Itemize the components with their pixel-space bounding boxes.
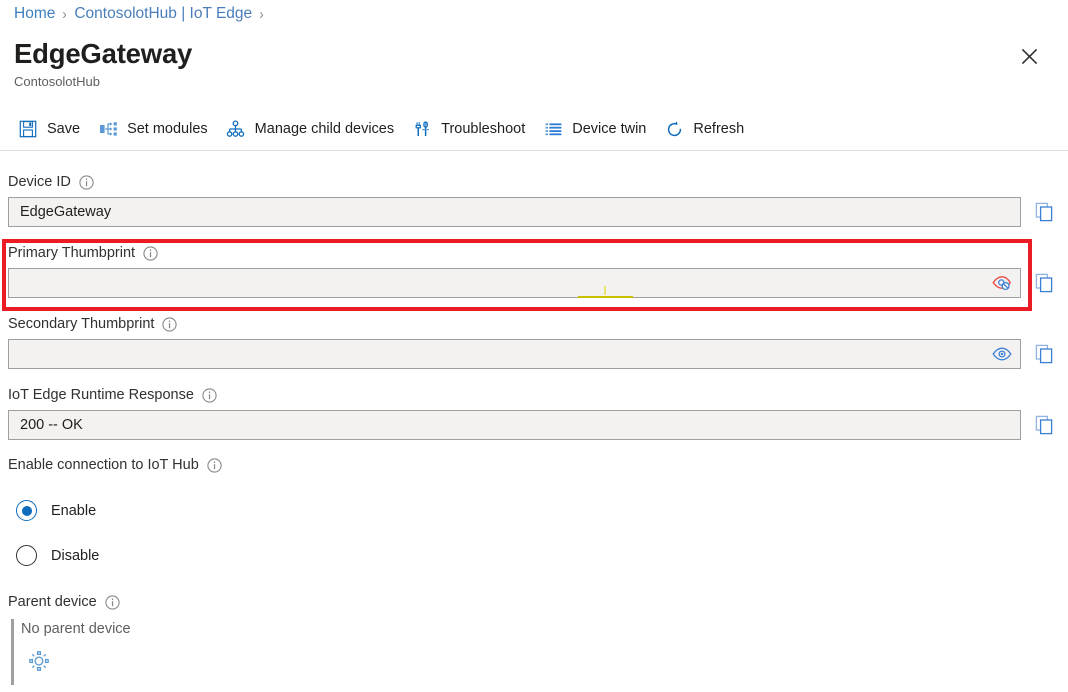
info-icon[interactable] bbox=[79, 175, 94, 190]
secondary-thumbprint-copy-button[interactable] bbox=[1032, 341, 1058, 367]
secondary-thumbprint-label-group: Secondary Thumbprint bbox=[8, 316, 177, 332]
primary-thumbprint-caret-mark bbox=[604, 286, 606, 295]
info-icon[interactable] bbox=[105, 595, 120, 610]
device-id-label-group: Device ID bbox=[8, 174, 94, 190]
runtime-response-copy-button[interactable] bbox=[1032, 412, 1058, 438]
hierarchy-icon bbox=[226, 119, 246, 139]
toolbar-refresh-label: Refresh bbox=[693, 121, 744, 137]
tools-icon bbox=[412, 119, 432, 139]
parent-device-accent-bar bbox=[11, 619, 14, 685]
radio-enable[interactable]: Enable bbox=[16, 500, 96, 521]
primary-thumbprint-input[interactable] bbox=[8, 268, 1021, 298]
breadcrumb-item-iot-edge[interactable]: ContosolotHub | IoT Edge bbox=[74, 5, 252, 23]
parent-device-value: No parent device bbox=[21, 621, 131, 637]
gear-icon[interactable] bbox=[26, 648, 52, 674]
secondary-thumbprint-input[interactable] bbox=[8, 339, 1021, 369]
breadcrumb: Home › ContosolotHub | IoT Edge › bbox=[14, 2, 264, 26]
save-icon bbox=[18, 119, 38, 139]
primary-thumbprint-copy-button[interactable] bbox=[1032, 270, 1058, 296]
toolbar-manage-child-devices-button[interactable]: Manage child devices bbox=[220, 115, 406, 143]
primary-thumbprint-underline-mark bbox=[578, 296, 633, 298]
primary-thumbprint-label: Primary Thumbprint bbox=[8, 245, 135, 261]
refresh-icon bbox=[664, 119, 684, 139]
radio-disable[interactable]: Disable bbox=[16, 545, 99, 566]
info-icon[interactable] bbox=[143, 246, 158, 261]
toolbar-set-modules-button[interactable]: Set modules bbox=[92, 115, 220, 143]
radio-enable-label: Enable bbox=[51, 503, 96, 519]
page-subtitle: ContosolotHub bbox=[14, 74, 100, 89]
command-toolbar: Save Set modules bbox=[12, 112, 756, 146]
runtime-response-value: 200 -- OK bbox=[20, 417, 83, 433]
toolbar-divider bbox=[0, 150, 1068, 151]
enable-connection-label: Enable connection to IoT Hub bbox=[8, 457, 199, 473]
device-id-label: Device ID bbox=[8, 174, 71, 190]
info-icon[interactable] bbox=[207, 458, 222, 473]
radio-disable-label: Disable bbox=[51, 548, 99, 564]
device-id-input[interactable]: EdgeGateway bbox=[8, 197, 1021, 227]
parent-device-label-group: Parent device bbox=[8, 594, 120, 610]
page-title: EdgeGateway bbox=[14, 38, 192, 70]
eye-off-icon[interactable] bbox=[991, 272, 1013, 294]
toolbar-manage-child-devices-label: Manage child devices bbox=[255, 121, 394, 137]
info-icon[interactable] bbox=[202, 388, 217, 403]
enable-connection-label-group: Enable connection to IoT Hub bbox=[8, 457, 222, 473]
toolbar-troubleshoot-label: Troubleshoot bbox=[441, 121, 525, 137]
radio-enable-indicator bbox=[16, 500, 37, 521]
runtime-response-input[interactable]: 200 -- OK bbox=[8, 410, 1021, 440]
secondary-thumbprint-label: Secondary Thumbprint bbox=[8, 316, 154, 332]
eye-icon[interactable] bbox=[991, 343, 1013, 365]
toolbar-device-twin-button[interactable]: Device twin bbox=[537, 115, 658, 143]
toolbar-device-twin-label: Device twin bbox=[572, 121, 646, 137]
toolbar-refresh-button[interactable]: Refresh bbox=[658, 115, 756, 143]
list-icon bbox=[543, 119, 563, 139]
runtime-response-label-group: IoT Edge Runtime Response bbox=[8, 387, 217, 403]
radio-disable-indicator bbox=[16, 545, 37, 566]
breadcrumb-separator-icon: › bbox=[63, 6, 67, 23]
device-id-value: EdgeGateway bbox=[20, 204, 111, 220]
toolbar-troubleshoot-button[interactable]: Troubleshoot bbox=[406, 115, 537, 143]
device-details-page: Home › ContosolotHub | IoT Edge › EdgeGa… bbox=[0, 0, 1068, 692]
breadcrumb-item-home[interactable]: Home bbox=[14, 5, 55, 23]
close-button[interactable] bbox=[1013, 40, 1045, 72]
primary-thumbprint-label-group: Primary Thumbprint bbox=[8, 245, 158, 261]
device-id-copy-button[interactable] bbox=[1032, 199, 1058, 225]
radio-enable-dot bbox=[22, 506, 32, 516]
set-modules-icon bbox=[98, 119, 118, 139]
toolbar-save-label: Save bbox=[47, 121, 80, 137]
runtime-response-label: IoT Edge Runtime Response bbox=[8, 387, 194, 403]
toolbar-set-modules-label: Set modules bbox=[127, 121, 208, 137]
breadcrumb-separator-icon-2: › bbox=[260, 6, 264, 23]
toolbar-save-button[interactable]: Save bbox=[12, 115, 92, 143]
parent-device-label: Parent device bbox=[8, 594, 97, 610]
info-icon[interactable] bbox=[162, 317, 177, 332]
